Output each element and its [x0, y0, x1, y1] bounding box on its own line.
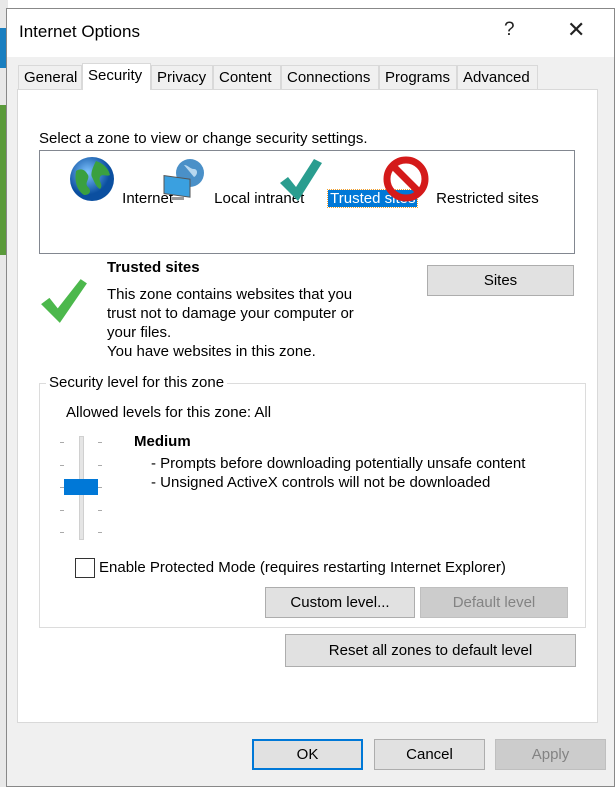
level-name: Medium	[134, 433, 191, 450]
custom-level-button[interactable]: Custom level...	[265, 587, 415, 618]
checkmark-icon	[280, 159, 322, 201]
slider-tick	[98, 464, 102, 466]
level-details: - Prompts before downloading potentially…	[151, 454, 525, 492]
protected-mode-label[interactable]: Enable Protected Mode (requires restarti…	[99, 559, 506, 576]
description-line: trust not to damage your computer or	[107, 305, 354, 322]
intranet-monitor-icon	[163, 159, 204, 200]
no-entry-icon	[383, 156, 429, 202]
slider-thumb[interactable]	[64, 479, 98, 495]
apply-button: Apply	[495, 739, 606, 770]
zone-label: Restricted sites	[436, 190, 539, 207]
close-icon[interactable]: ✕	[567, 17, 585, 43]
zone-list: Internet Local intranet Trusted sites Re…	[39, 150, 575, 254]
reset-all-zones-button[interactable]: Reset all zones to default level	[285, 634, 576, 667]
zone-status: You have websites in this zone.	[107, 343, 316, 360]
tab-general[interactable]: General	[18, 65, 82, 89]
tab-programs[interactable]: Programs	[379, 65, 457, 89]
zone-internet[interactable]: Internet	[68, 155, 173, 207]
zone-title: Trusted sites	[107, 259, 200, 276]
slider-tick	[98, 532, 102, 533]
title-bar: Internet Options ? ✕	[7, 9, 614, 57]
zone-trusted-sites[interactable]: Trusted sites	[276, 155, 419, 208]
zone-local-intranet[interactable]: Local intranet	[160, 155, 304, 207]
default-level-button: Default level	[420, 587, 568, 618]
security-level-group: Security level for this zone Allowed lev…	[39, 374, 586, 628]
ok-button[interactable]: OK	[252, 739, 363, 770]
zone-description: This zone contains websites that you tru…	[107, 285, 354, 361]
slider-tick	[60, 464, 64, 466]
internet-options-dialog: Internet Options ? ✕ General Security Pr…	[6, 8, 615, 787]
slider-tick	[98, 487, 102, 488]
help-icon[interactable]: ?	[504, 19, 515, 41]
slider-tick	[60, 442, 64, 443]
level-detail: - Unsigned ActiveX controls will not be …	[151, 474, 491, 491]
description-line: This zone contains websites that you	[107, 286, 353, 303]
security-level-slider[interactable]	[60, 436, 102, 540]
trusted-check-icon	[41, 279, 87, 323]
sites-button[interactable]: Sites	[427, 265, 574, 296]
cancel-button[interactable]: Cancel	[374, 739, 485, 770]
group-legend: Security level for this zone	[46, 374, 228, 391]
tab-content[interactable]: Content	[213, 65, 281, 89]
tab-advanced[interactable]: Advanced	[457, 65, 538, 89]
zone-restricted-sites[interactable]: Restricted sites	[382, 155, 539, 207]
window-title: Internet Options	[19, 22, 140, 41]
globe-icon	[70, 157, 114, 201]
allowed-levels: Allowed levels for this zone: All	[66, 404, 272, 421]
slider-tick	[98, 442, 102, 443]
slider-tick	[60, 532, 64, 533]
tab-connections[interactable]: Connections	[281, 65, 379, 89]
slider-tick	[98, 509, 102, 511]
protected-mode-checkbox[interactable]	[75, 558, 95, 578]
tab-privacy[interactable]: Privacy	[151, 65, 213, 89]
description-line: your files.	[107, 324, 172, 341]
slider-tick	[60, 509, 64, 511]
tab-security[interactable]: Security	[82, 63, 151, 90]
level-detail: - Prompts before downloading potentially…	[151, 455, 526, 472]
zone-prompt: Select a zone to view or change security…	[39, 130, 368, 147]
